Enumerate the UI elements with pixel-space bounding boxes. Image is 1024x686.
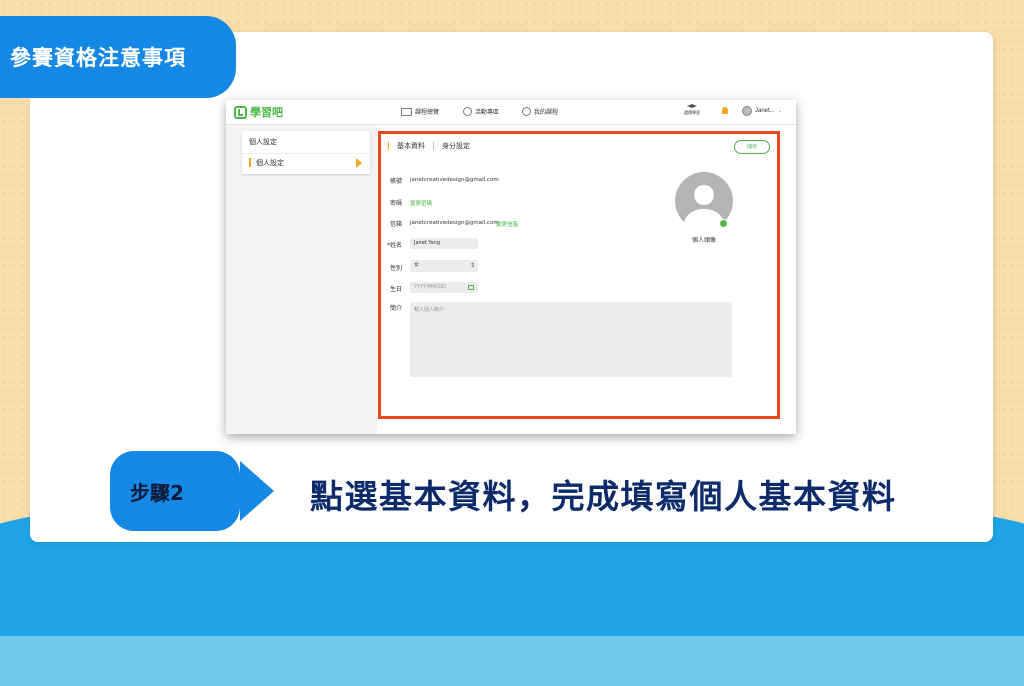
- user-name: Janet...: [755, 108, 775, 114]
- step-caption: 點選基本資料，完成填寫個人基本資料: [310, 477, 897, 516]
- sidebar-item-label: 個人設定: [256, 160, 284, 167]
- graduation-cap-icon: [687, 104, 697, 108]
- nav-courses[interactable]: 課程總覽: [401, 107, 439, 116]
- nav-events-label: 活動專區: [475, 110, 500, 116]
- learning-select[interactable]: 選擇學習: [681, 104, 703, 116]
- nav-courses-label: 課程總覽: [415, 110, 440, 116]
- arrow-right-icon: [240, 461, 274, 521]
- settings-sidebar: 個人設定 個人設定: [226, 125, 377, 434]
- nav-events[interactable]: 活動專區: [463, 107, 499, 116]
- notification-bell-icon[interactable]: [722, 107, 728, 114]
- avatar-icon: [742, 106, 752, 116]
- app-logo[interactable]: 學習吧: [234, 104, 283, 120]
- user-icon: [522, 107, 531, 116]
- sidebar-item-profile[interactable]: 個人設定: [242, 153, 370, 172]
- nav-my-courses[interactable]: 我的課程: [522, 107, 558, 116]
- slide-title: 參賽資格注意事項: [0, 16, 236, 98]
- logo-icon: [234, 105, 247, 119]
- highlight-frame: [378, 131, 780, 419]
- chevron-down-icon: ⌄: [777, 108, 782, 114]
- user-menu[interactable]: Janet... ⌄: [742, 106, 782, 116]
- step-label: 步驟2: [130, 480, 184, 505]
- nav-my-courses-label: 我的課程: [534, 110, 559, 116]
- logo-text: 學習吧: [250, 107, 283, 119]
- arrow-right-icon: [356, 158, 362, 168]
- learning-select-label: 選擇學習: [684, 110, 700, 115]
- step-badge: 步驟2: [110, 451, 240, 531]
- active-indicator: [249, 158, 251, 167]
- people-icon: [463, 107, 472, 116]
- app-topbar: 學習吧 課程總覽 活動專區 我的課程 選擇學習 Janet... ⌄: [226, 100, 796, 125]
- sidebar-heading: 個人設定: [249, 139, 277, 146]
- sidebar-card: 個人設定 個人設定: [242, 131, 370, 174]
- book-icon: [401, 107, 412, 116]
